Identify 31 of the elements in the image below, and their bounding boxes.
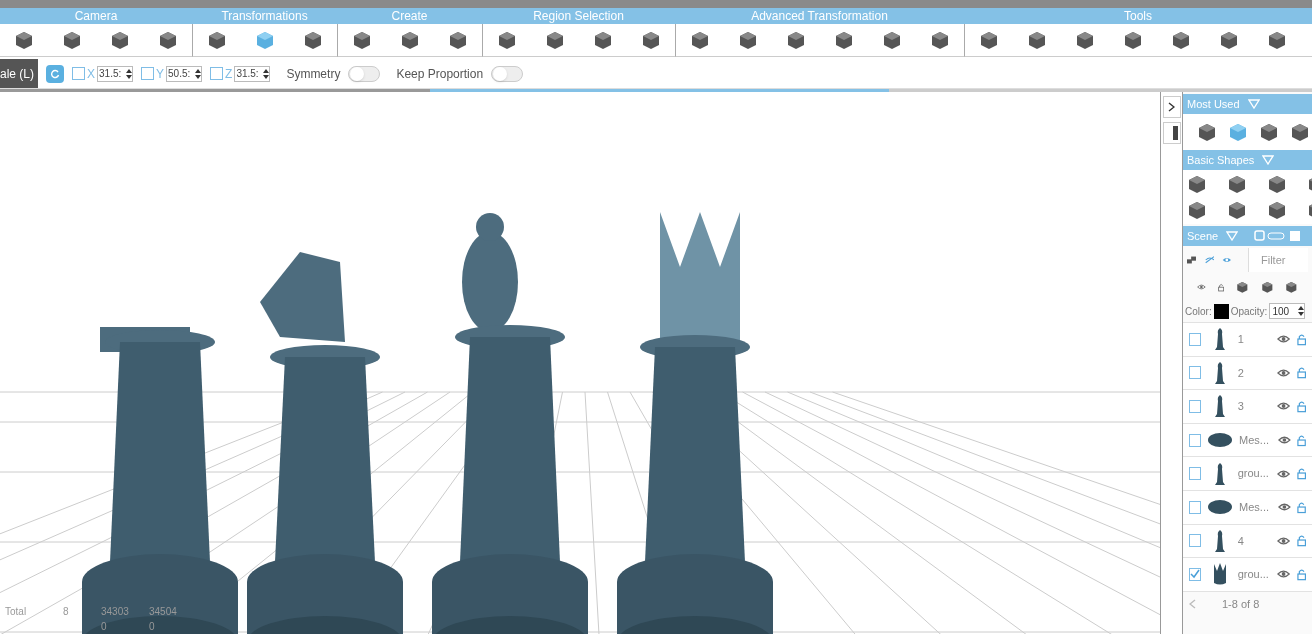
item-name: grou... — [1237, 567, 1270, 583]
item-name: 3 — [1237, 399, 1245, 415]
panel-title: Basic Shapes — [1187, 152, 1255, 168]
axis-label: Y — [156, 65, 165, 83]
stats-value: 0 — [101, 620, 108, 634]
item-name: grou... — [1237, 466, 1270, 482]
stats-value: 34504 — [149, 605, 178, 619]
toggle-label: Symmetry — [286, 65, 341, 83]
section-header: Transformations — [192, 8, 337, 24]
section-header: Region Selection — [482, 8, 675, 24]
axis-label: X — [87, 65, 95, 83]
stats-label: Total — [5, 605, 28, 619]
color-label: Color: — [1185, 304, 1212, 319]
item-name: 1 — [1237, 332, 1245, 348]
panel-title: Most Used — [1187, 96, 1240, 112]
toggle-label: Keep Proportion — [396, 65, 484, 83]
stats-value: 0 — [149, 620, 156, 634]
item-name: Mes... — [1239, 500, 1271, 515]
section-header: Advanced Transformation — [675, 8, 964, 24]
stats-value: 34303 — [101, 605, 130, 619]
section-header: Camera — [0, 8, 192, 24]
axis-label: Z — [225, 65, 233, 83]
pager-text: 1-8 of 8 — [1222, 597, 1260, 612]
item-name: 2 — [1237, 365, 1245, 381]
section-header: Create — [337, 8, 482, 24]
section-header: Tools — [964, 8, 1312, 24]
panel-title: Scene — [1187, 228, 1219, 244]
opacity-label: Opacity: — [1230, 304, 1268, 319]
item-name: 4 — [1237, 533, 1245, 549]
stats-value: 8 — [63, 605, 70, 619]
item-name: Mes... — [1239, 432, 1271, 448]
